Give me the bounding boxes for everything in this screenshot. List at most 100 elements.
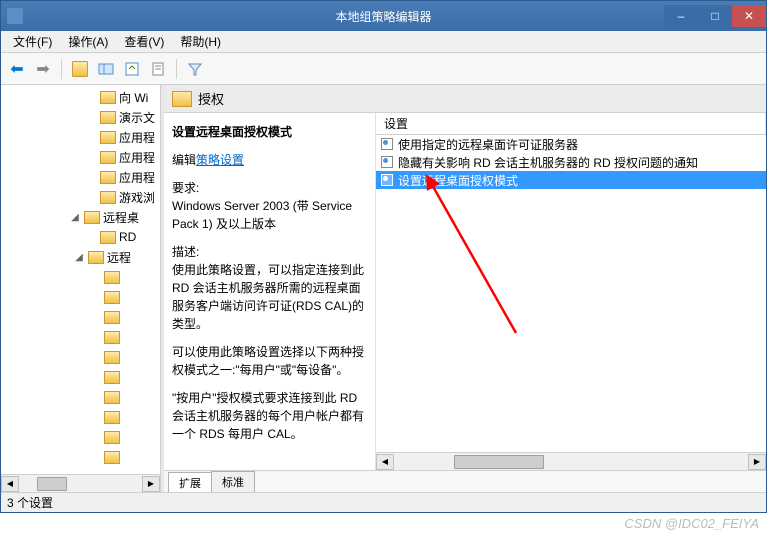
watermark: CSDN @IDC02_FEIYA [624,516,759,531]
folder-icon [104,271,120,284]
expand-icon[interactable]: ◢ [69,212,81,223]
scroll-thumb[interactable] [454,455,544,469]
desc-p2: 可以使用此策略设置选择以下两种授权模式之一:"每用户"或"每设备"。 [172,343,367,379]
maximize-button[interactable]: □ [698,5,732,27]
statusbar: 3 个设置 [1,492,766,512]
scroll-left-button[interactable]: ◀ [376,454,394,470]
policy-icon [380,173,394,187]
tab-extended[interactable]: 扩展 [168,472,212,492]
list-row[interactable]: 使用指定的远程桌面许可证服务器 [376,135,766,153]
policy-icon [380,155,394,169]
scroll-right-button[interactable]: ▶ [142,476,160,492]
edit-row: 编辑策略设置 [172,151,367,169]
show-hide-button[interactable] [94,57,118,81]
policy-icon [380,137,394,151]
scroll-thumb[interactable] [37,477,67,491]
tree-item[interactable] [1,387,160,407]
tree-item[interactable] [1,347,160,367]
tree-item[interactable]: 应用程 [1,147,160,167]
minimize-button[interactable]: – [664,5,698,27]
tree-item[interactable] [1,367,160,387]
content-row: 设置远程桌面授权模式 编辑策略设置 要求: Windows Server 200… [164,113,766,470]
folder-icon [100,171,116,184]
tree-item[interactable]: ◢远程桌 [1,207,160,227]
list-body[interactable]: 使用指定的远程桌面许可证服务器隐藏有关影响 RD 会话主机服务器的 RD 授权问… [376,135,766,452]
toolbar: ⬅ ➡ [1,53,766,85]
list-row[interactable]: 设置远程桌面授权模式 [376,171,766,189]
tree-item-label: 演示文 [119,109,155,126]
list-row[interactable]: 隐藏有关影响 RD 会话主机服务器的 RD 授权问题的通知 [376,153,766,171]
window-title: 本地组策略编辑器 [335,8,431,25]
tree-h-scrollbar[interactable]: ◀ ▶ [1,474,160,492]
folder-icon [84,211,100,224]
tree-item[interactable] [1,407,160,427]
panel-icon [98,61,114,77]
back-button[interactable]: ⬅ [5,57,29,81]
folder-icon [88,251,104,264]
menu-help[interactable]: 帮助(H) [172,31,229,52]
tree-item[interactable]: 游戏浏 [1,187,160,207]
forward-button[interactable]: ➡ [31,57,55,81]
scroll-right-button[interactable]: ▶ [748,454,766,470]
folder-icon [100,91,116,104]
app-icon [7,8,23,24]
settings-list-panel: 设置 使用指定的远程桌面许可证服务器隐藏有关影响 RD 会话主机服务器的 RD … [376,113,766,470]
arrow-left-icon: ⬅ [10,59,23,79]
edit-policy-link[interactable]: 策略设置 [196,153,244,167]
up-folder-button[interactable] [68,57,92,81]
funnel-icon [187,61,203,77]
window: 本地组策略编辑器 – □ ✕ 文件(F) 操作(A) 查看(V) 帮助(H) ⬅… [0,0,767,513]
tree-item[interactable] [1,327,160,347]
tree-item[interactable] [1,307,160,327]
toolbar-separator [176,59,177,79]
menu-action[interactable]: 操作(A) [60,31,116,52]
menu-view[interactable]: 查看(V) [116,31,172,52]
tree-view[interactable]: 向 Wi演示文应用程应用程应用程游戏浏◢远程桌RD◢远程 [1,85,160,474]
list-row-label: 隐藏有关影响 RD 会话主机服务器的 RD 授权问题的通知 [398,154,698,171]
tree-panel: 向 Wi演示文应用程应用程应用程游戏浏◢远程桌RD◢远程 ◀ ▶ [1,85,161,492]
tree-item-label: RD [119,230,136,244]
menu-file[interactable]: 文件(F) [5,31,60,52]
scroll-track[interactable] [19,476,142,492]
list-row-label: 设置远程桌面授权模式 [398,172,518,189]
tree-item[interactable]: 向 Wi [1,87,160,107]
description-panel: 设置远程桌面授权模式 编辑策略设置 要求: Windows Server 200… [164,113,376,470]
list-h-scrollbar[interactable]: ◀ ▶ [376,452,766,470]
tab-standard[interactable]: 标准 [211,471,255,492]
folder-up-icon [72,61,88,77]
tree-item-label: 远程 [107,249,131,266]
column-header-setting[interactable]: 设置 [376,113,766,134]
tree-item[interactable]: 演示文 [1,107,160,127]
tree-item[interactable]: ◢ 远程 [1,247,160,267]
filter-button[interactable] [183,57,207,81]
tree-item[interactable] [1,267,160,287]
folder-icon [100,231,116,244]
folder-icon [100,191,116,204]
content-title: 授权 [198,89,224,108]
tree-item[interactable]: RD [1,227,160,247]
scroll-left-button[interactable]: ◀ [1,476,19,492]
tree-item[interactable] [1,427,160,447]
scroll-track[interactable] [394,454,748,470]
tabs: 扩展 标准 [164,470,766,492]
edit-prefix: 编辑 [172,153,196,167]
desc-p1: 使用此策略设置，可以指定连接到此 RD 会话主机服务器所需的远程桌面服务客户端访… [172,261,367,333]
requirements-text: Windows Server 2003 (带 Service Pack 1) 及… [172,197,367,233]
folder-icon [104,371,120,384]
export-button[interactable] [120,57,144,81]
tree-item[interactable] [1,287,160,307]
content-header: 授权 [164,85,766,113]
desc-p3: "按用户"授权模式要求连接到此 RD 会话主机服务器的每个用户帐户都有一个 RD… [172,389,367,443]
tree-item[interactable] [1,447,160,467]
folder-icon [100,131,116,144]
properties-button[interactable] [146,57,170,81]
expand-icon[interactable]: ◢ [73,252,85,263]
tree-item[interactable]: 应用程 [1,127,160,147]
window-controls: – □ ✕ [664,5,766,27]
desc-label: 描述: [172,243,367,261]
folder-icon [104,451,120,464]
titlebar[interactable]: 本地组策略编辑器 – □ ✕ [1,1,766,31]
close-button[interactable]: ✕ [732,5,766,27]
tree-item-label: 应用程 [119,129,155,146]
tree-item[interactable]: 应用程 [1,167,160,187]
